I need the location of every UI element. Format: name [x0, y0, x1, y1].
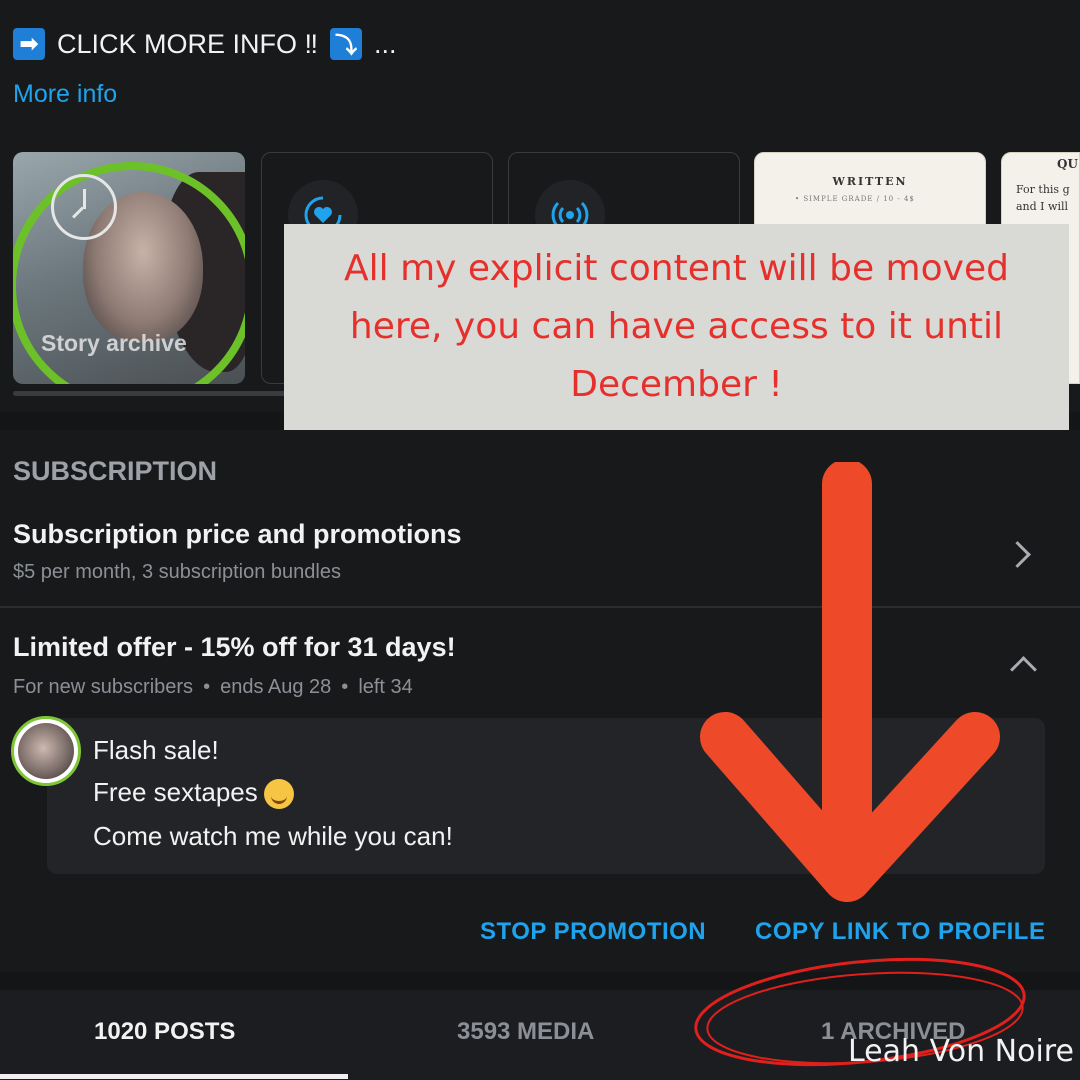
profile-bio-line: ➡ CLICK MORE INFO ‼ ⤵ ... [13, 28, 397, 60]
written-title: WRITTEN [832, 175, 908, 188]
meta-separator: • [341, 676, 349, 698]
limited-offer-title: Limited offer - 15% off for 31 days! [13, 632, 456, 662]
more-info-link[interactable]: More info [13, 80, 117, 109]
promo-line-2-text: Free sextapes [93, 777, 258, 807]
menu2-text: For this g and I will [1016, 183, 1070, 213]
annotation-note: All my explicit content will be moved he… [284, 224, 1069, 430]
meta-separator: • [203, 676, 211, 698]
right-arrow-icon: ➡ [13, 28, 45, 60]
offer-end-date: ends Aug 28 [220, 676, 332, 698]
smiling-face-icon [263, 779, 294, 810]
offer-remaining: left 34 [358, 676, 413, 698]
subscription-heading: SUBSCRIPTION [13, 456, 218, 486]
promo-line-3: Come watch me while you can! [93, 821, 453, 851]
annotation-text: All my explicit content will be moved he… [344, 248, 1009, 405]
promo-line-2: Free sextapes [93, 777, 294, 810]
tab-media[interactable]: 3593 MEDIA [457, 1018, 594, 1046]
tab-posts[interactable]: 1020 POSTS [94, 1018, 235, 1046]
active-tab-indicator [0, 1074, 348, 1079]
stop-promotion-button[interactable]: STOP PROMOTION [480, 918, 706, 946]
written-line: • SIMPLE GRADE / 10 - 4$ [795, 195, 915, 203]
subscription-price-sub: $5 per month, 3 subscription bundles [13, 561, 341, 583]
subscription-price-title[interactable]: Subscription price and promotions [13, 519, 462, 550]
menu2-title: QU [1057, 157, 1078, 171]
bio-ellipsis: ... [374, 28, 397, 59]
limited-offer-meta: For new subscribers • ends Aug 28 • left 34 [13, 676, 413, 699]
bio-headline: CLICK MORE INFO ‼ [57, 28, 319, 59]
story-archive-label: Story archive [41, 330, 187, 356]
clock-history-icon [51, 174, 117, 240]
promo-line-1: Flash sale! [93, 735, 219, 765]
offer-audience: For new subscribers [13, 676, 194, 698]
story-archive-highlight[interactable]: Story archive [13, 152, 245, 384]
avatar [11, 716, 81, 786]
down-arrow-icon: ⤵ [330, 28, 363, 60]
annotation-drawing [694, 462, 1026, 1067]
watermark: Leah Von Noire [848, 1034, 1074, 1069]
